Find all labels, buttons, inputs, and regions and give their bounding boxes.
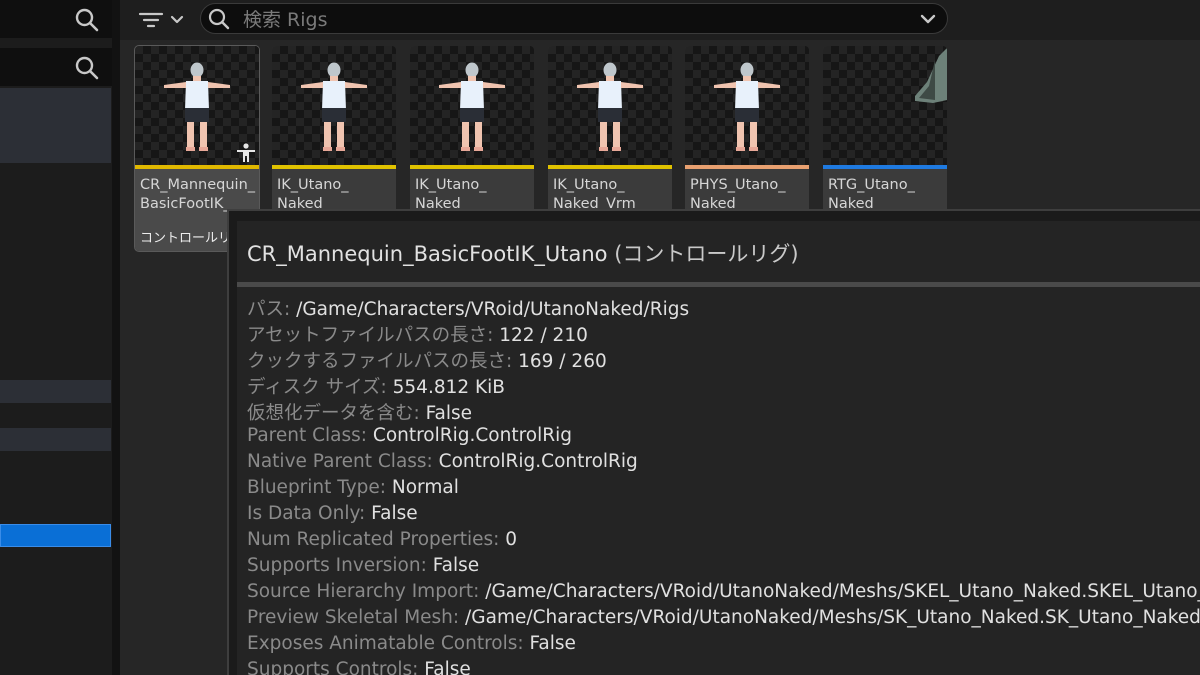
chevron-down-icon[interactable]	[919, 11, 937, 27]
property-key: Blueprint Type:	[247, 477, 387, 498]
tooltip-property-row: Is Data Only: False	[247, 503, 418, 529]
asset-type-color-bar	[135, 165, 259, 169]
asset-thumbnail	[272, 46, 396, 165]
tooltip-property-row: 仮想化データを含む: False	[247, 399, 472, 425]
property-value: /Game/Characters/VRoid/UtanoNaked/Meshs/…	[479, 581, 1200, 602]
character-thumbnail	[439, 62, 505, 151]
property-value: /Game/Characters/VRoid/UtanoNaked/Meshs/…	[459, 607, 1200, 628]
asset-thumbnail	[685, 46, 809, 165]
property-value: ControlRig.ControlRig	[367, 425, 572, 446]
property-key: Num Replicated Properties:	[247, 529, 500, 550]
tooltip-title: CR_Mannequin_BasicFootIK_Utano (コントロールリグ…	[247, 238, 799, 268]
tooltip-property-row: Supports Inversion: False	[247, 555, 479, 581]
asset-type-color-bar	[548, 165, 672, 169]
sidebar-folder-item[interactable]	[0, 428, 111, 451]
property-key: Supports Inversion:	[247, 555, 427, 576]
filter-icon	[138, 12, 164, 28]
tooltip-property-row: Parent Class: ControlRig.ControlRig	[247, 425, 572, 451]
property-key: Supports Controls:	[247, 659, 419, 675]
character-thumbnail	[577, 62, 643, 151]
asset-thumbnail	[135, 46, 259, 165]
property-key: Source Hierarchy Import:	[247, 581, 480, 602]
search-field[interactable]	[200, 3, 948, 34]
property-value: 122 / 210	[493, 325, 588, 346]
property-value: Normal	[386, 477, 459, 498]
property-value: 169 / 260	[512, 351, 607, 372]
property-key: 仮想化データを含む:	[247, 403, 420, 424]
sidebar-folder-item[interactable]	[0, 380, 111, 403]
property-key: クックするファイルパスの長さ:	[247, 351, 513, 372]
chevron-down-icon	[170, 15, 184, 24]
tooltip-property-row: ディスク サイズ: 554.812 KiB	[247, 373, 505, 399]
asset-type-color-bar	[823, 165, 947, 169]
property-key: Is Data Only:	[247, 503, 366, 524]
asset-tooltip: CR_Mannequin_BasicFootIK_Utano (コントロールリグ…	[227, 209, 1200, 675]
property-value: 554.812 KiB	[386, 377, 505, 398]
splitter[interactable]	[112, 0, 120, 675]
figure-icon	[235, 142, 257, 164]
asset-type-color-bar	[410, 165, 534, 169]
search-icon[interactable]	[74, 7, 100, 33]
property-key: Exposes Animatable Controls:	[247, 633, 524, 654]
character-thumbnail	[164, 62, 230, 151]
search-icon	[207, 7, 231, 31]
property-key: ディスク サイズ:	[247, 377, 387, 398]
property-value: 0	[499, 529, 518, 550]
property-key: Parent Class:	[247, 425, 368, 446]
asset-type-color-bar	[272, 165, 396, 169]
tooltip-header: CR_Mannequin_BasicFootIK_Utano (コントロールリグ…	[237, 221, 1200, 283]
tooltip-asset-type: (コントロールリグ)	[614, 242, 799, 266]
property-value: False	[365, 503, 418, 524]
property-value: /Game/Characters/VRoid/UtanoNaked/Rigs	[290, 299, 690, 320]
property-key: Native Parent Class:	[247, 451, 433, 472]
asset-thumbnail	[548, 46, 672, 165]
filter-button[interactable]	[132, 4, 190, 34]
character-thumbnail	[301, 62, 367, 151]
tooltip-properties: パス: /Game/Characters/VRoid/UtanoNaked/Ri…	[237, 287, 1200, 675]
tooltip-property-row: Preview Skeletal Mesh: /Game/Characters/…	[247, 607, 1200, 633]
tooltip-property-row: Source Hierarchy Import: /Game/Character…	[247, 581, 1200, 607]
search-icon[interactable]	[74, 55, 100, 81]
sidebar-filter-bar[interactable]	[0, 48, 112, 86]
tooltip-property-row: クックするファイルパスの長さ: 169 / 260	[247, 347, 607, 373]
property-value: ControlRig.ControlRig	[432, 451, 638, 472]
asset-type-color-bar	[685, 165, 809, 169]
search-input[interactable]	[241, 6, 905, 33]
asset-thumbnail	[823, 46, 947, 165]
property-value: False	[523, 633, 576, 654]
asset-type-label: コントロールリ	[140, 231, 232, 246]
tooltip-property-row: Exposes Animatable Controls: False	[247, 633, 576, 659]
asset-toolbar	[120, 0, 1200, 40]
sidebar	[0, 0, 112, 675]
tooltip-asset-name: CR_Mannequin_BasicFootIK_Utano	[247, 242, 608, 266]
tooltip-property-row: Num Replicated Properties: 0	[247, 529, 517, 555]
property-key: パス:	[247, 299, 291, 320]
sidebar-selected-folder[interactable]	[0, 88, 111, 163]
sidebar-search-bar[interactable]	[0, 0, 112, 38]
content-browser: CR_Mannequin_ BasicFootIK_ コントロールリ IK_Ut…	[0, 0, 1200, 675]
property-key: アセットファイルパスの長さ:	[247, 325, 494, 346]
property-value: False	[418, 659, 471, 675]
tooltip-property-row: Blueprint Type: Normal	[247, 477, 459, 503]
tooltip-property-row: Supports Controls: False	[247, 659, 471, 675]
property-value: False	[419, 403, 473, 424]
character-thumbnail	[714, 62, 780, 151]
property-key: Preview Skeletal Mesh:	[247, 607, 460, 628]
tooltip-property-row: アセットファイルパスの長さ: 122 / 210	[247, 321, 588, 347]
rig-mesh-thumbnail	[915, 48, 947, 103]
tooltip-property-row: パス: /Game/Characters/VRoid/UtanoNaked/Ri…	[247, 295, 689, 321]
tooltip-property-row: Native Parent Class: ControlRig.ControlR…	[247, 451, 638, 477]
sidebar-folder-item-active[interactable]	[0, 524, 111, 547]
property-value: False	[426, 555, 480, 576]
asset-thumbnail	[410, 46, 534, 165]
